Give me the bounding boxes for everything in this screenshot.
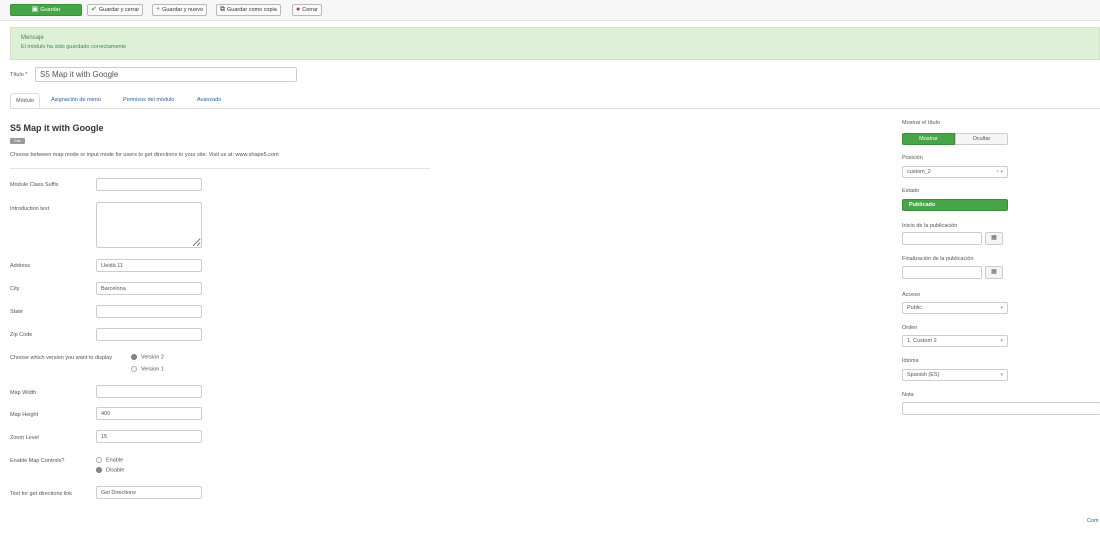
publish-down-label: Finalización de la publicación bbox=[902, 256, 974, 262]
chevron-down-icon: ▾ bbox=[1000, 305, 1003, 311]
show-title-off-button[interactable]: Ocultar bbox=[955, 133, 1008, 145]
radio-selected-icon bbox=[131, 354, 137, 360]
save-close-button[interactable]: ✔ Guardar y cerrar bbox=[87, 4, 144, 16]
position-value: custom_2 bbox=[907, 169, 931, 175]
tab-bar: Módulo Asignación de menú Permisos del m… bbox=[10, 93, 1100, 109]
zip-input[interactable] bbox=[96, 328, 202, 341]
title-label: Título * bbox=[10, 72, 28, 78]
note-label: Nota bbox=[902, 392, 914, 398]
show-title-label: Mostrar el título bbox=[902, 120, 940, 126]
close-button[interactable]: ● Cerrar bbox=[292, 4, 322, 16]
module-title: S5 Map it with Google bbox=[10, 123, 104, 133]
chevron-down-icon: ▾ bbox=[1000, 372, 1003, 378]
message-text: El módulo ha sido guardado correctamente bbox=[21, 44, 127, 50]
order-label: Orden bbox=[902, 325, 918, 331]
save-icon: ▣ bbox=[31, 6, 39, 13]
footer-link[interactable]: Com bbox=[1087, 518, 1099, 524]
tab-permissions[interactable]: Permisos del módulo bbox=[118, 93, 179, 108]
version-1-radio[interactable]: Version 1 bbox=[131, 366, 164, 372]
radio-unselected-icon bbox=[131, 366, 137, 372]
note-input[interactable] bbox=[902, 402, 1100, 415]
directions-input[interactable] bbox=[96, 486, 202, 499]
language-value: Spanish (ES) bbox=[907, 372, 940, 378]
intro-text-label: Introduction text bbox=[10, 206, 50, 212]
copy-icon: ⧉ bbox=[220, 6, 225, 13]
close-icon: ● bbox=[296, 6, 301, 13]
save-new-button[interactable]: + Guardar y nuevo bbox=[152, 4, 208, 16]
publish-up-label: Inicio de la publicación bbox=[902, 223, 958, 229]
radio-unselected-icon bbox=[96, 457, 102, 463]
access-label: Acceso bbox=[902, 292, 921, 298]
publish-up-input[interactable] bbox=[902, 232, 982, 245]
state-input[interactable] bbox=[96, 305, 202, 318]
class-suffix-input[interactable] bbox=[96, 178, 202, 191]
calendar-icon[interactable]: ▦ bbox=[985, 232, 1003, 245]
intro-text-textarea[interactable] bbox=[96, 202, 202, 248]
city-input[interactable] bbox=[96, 282, 202, 295]
city-label: City bbox=[10, 286, 20, 292]
map-width-label: Map Width bbox=[10, 390, 37, 396]
divider bbox=[10, 168, 430, 169]
save-close-label: Guardar y cerrar bbox=[98, 7, 140, 13]
show-title-on-button[interactable]: Mostrar bbox=[902, 133, 955, 145]
disable-radio[interactable]: Disable bbox=[96, 467, 124, 473]
language-label: Idioma bbox=[902, 358, 919, 364]
save-copy-label: Guardar como copia bbox=[227, 7, 277, 13]
check-icon: ✔ bbox=[91, 6, 97, 13]
state-label: State bbox=[10, 309, 23, 315]
enable-label: Enable bbox=[106, 457, 124, 464]
directions-label: Text for get directions link bbox=[10, 491, 73, 497]
tab-advanced[interactable]: Avanzado bbox=[192, 93, 226, 108]
position-label: Posición bbox=[902, 155, 923, 161]
order-select[interactable]: 1. Custom 2 ▾ bbox=[902, 335, 1008, 347]
order-value: 1. Custom 2 bbox=[907, 338, 937, 344]
publish-down-input[interactable] bbox=[902, 266, 982, 279]
tab-module[interactable]: Módulo bbox=[10, 93, 41, 108]
zoom-label: Zoom Level bbox=[10, 435, 39, 441]
message-heading: Mensaje bbox=[21, 35, 44, 41]
tab-menu-assignment[interactable]: Asignación de menú bbox=[46, 93, 106, 108]
site-badge: Site bbox=[10, 138, 25, 144]
controls-label: Enable Map Controls? bbox=[10, 458, 65, 464]
status-label: Estado bbox=[902, 188, 920, 194]
version-2-radio[interactable]: Version 2 bbox=[131, 354, 164, 360]
radio-selected-icon bbox=[96, 467, 102, 473]
module-description: Choose between map mode or input mode fo… bbox=[10, 152, 279, 158]
title-input[interactable] bbox=[35, 67, 297, 82]
version-label: Choose which version you want to display bbox=[10, 355, 113, 361]
save-copy-button[interactable]: ⧉ Guardar como copia bbox=[216, 4, 281, 16]
map-height-input[interactable] bbox=[96, 407, 202, 420]
status-published-button[interactable]: Publicado bbox=[902, 199, 1008, 211]
success-message: Mensaje El módulo ha sido guardado corre… bbox=[10, 27, 1100, 60]
position-select[interactable]: custom_2 × ▾ bbox=[902, 166, 1008, 178]
version-2-label: Version 2 bbox=[141, 354, 164, 361]
clear-icon[interactable]: × ▾ bbox=[996, 167, 1003, 177]
map-width-input[interactable] bbox=[96, 385, 202, 398]
class-suffix-label: Module Class Suffix bbox=[10, 182, 59, 188]
chevron-down-icon: ▾ bbox=[1000, 338, 1003, 344]
plus-icon: + bbox=[156, 6, 161, 13]
zip-label: Zip Code bbox=[10, 332, 33, 338]
toolbar: ▣ Guardar ✔ Guardar y cerrar + Guardar y nu… bbox=[0, 0, 1100, 21]
close-label: Cerrar bbox=[302, 7, 318, 13]
save-button[interactable]: ▣ Guardar bbox=[10, 4, 82, 16]
calendar-icon[interactable]: ▦ bbox=[985, 266, 1003, 279]
version-1-label: Version 1 bbox=[141, 366, 164, 373]
address-label: Address bbox=[10, 263, 31, 269]
access-value: Public bbox=[907, 305, 922, 311]
language-select[interactable]: Spanish (ES) ▾ bbox=[902, 369, 1008, 381]
zoom-input[interactable] bbox=[96, 430, 202, 443]
enable-radio[interactable]: Enable bbox=[96, 457, 123, 463]
save-label: Guardar bbox=[40, 7, 61, 13]
disable-label: Disable bbox=[106, 467, 125, 474]
address-input[interactable] bbox=[96, 259, 202, 272]
access-select[interactable]: Public ▾ bbox=[902, 302, 1008, 314]
map-height-label: Map Height bbox=[10, 412, 39, 418]
save-new-label: Guardar y nuevo bbox=[162, 7, 204, 13]
